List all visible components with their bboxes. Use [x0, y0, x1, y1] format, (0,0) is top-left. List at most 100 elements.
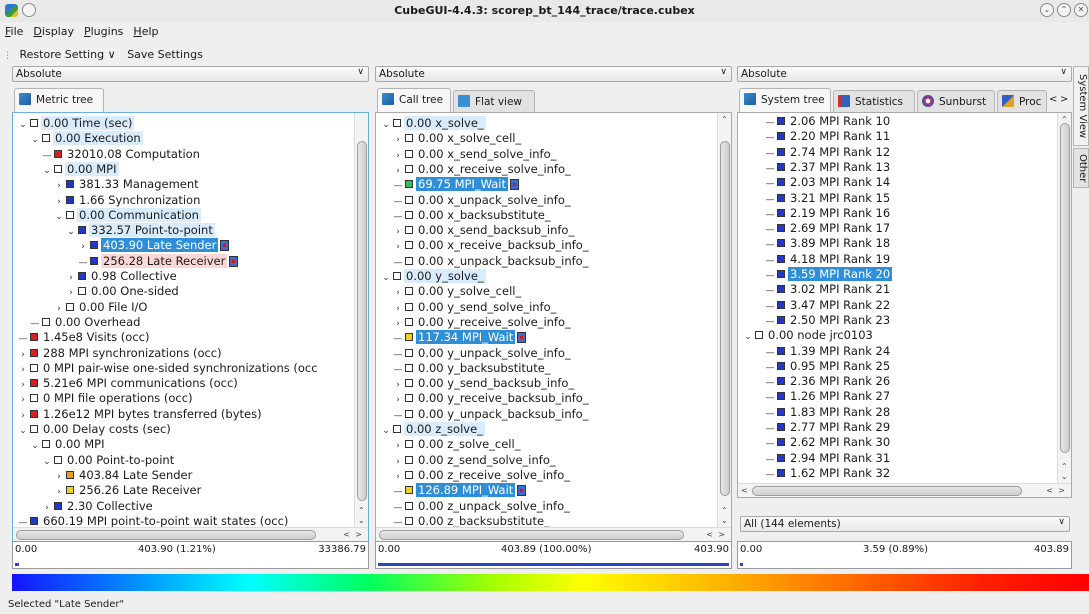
tree-row[interactable]: › 0.00 z_solve_cell_	[392, 437, 522, 452]
tree-row[interactable]: › 256.26 Late Receiver	[53, 483, 203, 498]
scroll-right-icon[interactable]: >	[718, 530, 725, 539]
tree-row[interactable]: ⌄ 0.00 y_solve_	[380, 269, 486, 284]
tree-row[interactable]: —117.34 MPI_Wait	[392, 330, 527, 345]
tab-statistics[interactable]: Statistics	[833, 90, 915, 112]
tab-system-view[interactable]: System View	[1073, 66, 1089, 146]
scrollbar-thumb[interactable]	[1060, 123, 1070, 453]
tree-row[interactable]: —256.28 Late Receiver	[77, 253, 239, 269]
tree-row[interactable]: —1.83 MPI Rank 28	[764, 405, 892, 420]
tree-row[interactable]: —2.19 MPI Rank 16	[764, 206, 892, 221]
tree-row[interactable]: ⌄ 0.00 Time (sec)	[17, 116, 135, 133]
tree-row[interactable]: › 381.33 Management	[53, 177, 201, 192]
tree-row[interactable]: ⌄ 0.00 Delay costs (sec)	[17, 422, 173, 437]
tree-row[interactable]: —2.36 MPI Rank 26	[764, 374, 892, 389]
menu-plugins[interactable]: Plugins	[79, 22, 128, 38]
tree-row[interactable]: › 0.00 File I/O	[53, 300, 149, 315]
tree-row[interactable]: › 0.00 z_send_solve_info_	[392, 453, 558, 468]
tree-row[interactable]: › 0.00 y_solve_cell_	[392, 284, 523, 299]
menu-help[interactable]: Help	[128, 22, 163, 38]
collapse-icon[interactable]: ⌄	[380, 424, 392, 439]
scroll-left-icon[interactable]: <	[343, 530, 350, 539]
scrollbar-thumb[interactable]	[379, 530, 684, 540]
tree-row[interactable]: —4.18 MPI Rank 19	[764, 252, 892, 267]
tree-row[interactable]: —0.95 MPI Rank 25	[764, 359, 892, 374]
tree-row[interactable]: ⌄ 0.00 z_solve_	[380, 422, 485, 437]
tree-row[interactable]: › 0.00 x_receive_solve_info_	[392, 162, 573, 177]
tree-row[interactable]: ⌄ 0.00 x_solve_	[380, 116, 486, 131]
tree-row[interactable]: › 0.00 x_send_solve_info_	[392, 147, 558, 162]
tree-row[interactable]: › 0 MPI file operations (occ)	[17, 391, 195, 406]
tree-row[interactable]: —1.62 MPI Rank 32	[764, 466, 892, 481]
collapse-icon[interactable]: ⌄	[17, 118, 29, 133]
scroll-up-icon[interactable]: ⌃	[721, 115, 728, 124]
vertical-scrollbar[interactable]: ⌃ ⌃ ⌄	[1057, 113, 1071, 483]
tree-row[interactable]: —0.00 x_unpack_solve_info_	[392, 193, 573, 208]
tree-row[interactable]: —0.00 Overhead	[29, 315, 142, 330]
collapse-icon[interactable]: ⌄	[742, 330, 754, 345]
tab-scroll-left-button[interactable]: <	[1049, 94, 1057, 105]
collapse-icon[interactable]: ⌄	[41, 455, 53, 470]
tree-row[interactable]: —3.89 MPI Rank 18	[764, 236, 892, 251]
tree-row[interactable]: —2.50 MPI Rank 23	[764, 313, 892, 328]
tree-row[interactable]: —0.00 y_unpack_backsub_info_	[392, 407, 590, 422]
scroll-up-icon[interactable]: ⌃	[1061, 462, 1068, 471]
tree-row[interactable]: — 0.00 z_backsubstitute_	[392, 514, 552, 527]
tree-row[interactable]: › 5.21e6 MPI communications (occ)	[17, 376, 240, 391]
tree-row[interactable]: —32010.08 Computation	[41, 147, 202, 162]
tree-row[interactable]: › 2.30 Collective	[41, 499, 155, 514]
horizontal-scrollbar[interactable]: < >	[376, 527, 731, 541]
tab-call-tree[interactable]: Call tree	[377, 88, 451, 112]
scrollbar-thumb[interactable]	[752, 486, 1022, 496]
tree-row[interactable]: ⌄ 0.00 MPI	[41, 161, 119, 179]
collapse-icon[interactable]: ⌄	[17, 424, 29, 439]
tree-row[interactable]: —2.37 MPI Rank 13	[764, 160, 892, 175]
tree-row[interactable]: › 0 MPI pair-wise one-sided synchronizati…	[17, 361, 320, 376]
tab-sunburst[interactable]: Sunburst	[917, 90, 995, 112]
tree-row[interactable]: —69.75 MPI_Wait	[392, 177, 519, 192]
tree-row[interactable]: —3.47 MPI Rank 22	[764, 298, 892, 313]
tree-row[interactable]: —1.26 MPI Rank 27	[764, 389, 892, 404]
tab-other[interactable]: Other	[1073, 148, 1089, 188]
collapse-icon[interactable]: ⌄	[380, 271, 392, 286]
tree-row[interactable]: —2.69 MPI Rank 17	[764, 221, 892, 236]
tree-row[interactable]: ⌄ 0.00 Execution	[29, 131, 143, 146]
tree-row[interactable]: —1.39 MPI Rank 24	[764, 344, 892, 359]
tree-row[interactable]: ⌄ 332.57 Point-to-point	[65, 223, 215, 238]
scroll-down-icon[interactable]: ⌄	[721, 516, 728, 525]
scroll-up-icon[interactable]: ⌃	[721, 506, 728, 515]
tree-row[interactable]: — 660.19 MPI point-to-point wait states (…	[17, 514, 290, 527]
call-value-mode-select[interactable]: Absolute ∨	[375, 66, 732, 82]
tab-process[interactable]: Proc	[997, 90, 1047, 112]
tree-row[interactable]: —2.94 MPI Rank 31	[764, 451, 892, 466]
scroll-right-icon[interactable]: >	[1058, 486, 1065, 495]
vertical-scrollbar[interactable]: ⌃ ⌄	[354, 113, 368, 527]
collapse-icon[interactable]: ⌄	[65, 225, 77, 240]
scroll-right-icon[interactable]: >	[355, 530, 362, 539]
tree-row[interactable]: —3.21 MPI Rank 15	[764, 191, 892, 206]
tree-row[interactable]: —3.59 MPI Rank 20	[764, 267, 893, 282]
tree-row[interactable]: › 0.00 z_receive_solve_info_	[392, 468, 572, 483]
tree-row[interactable]: › 0.00 y_send_backsub_info_	[392, 376, 576, 391]
metric-value-mode-select[interactable]: Absolute ∨	[12, 66, 369, 82]
tree-row[interactable]: › 288 MPI synchronizations (occ)	[17, 346, 224, 361]
scroll-up-icon[interactable]: ⌃	[1061, 115, 1068, 124]
tree-row[interactable]: —0.00 y_backsubstitute_	[392, 361, 553, 376]
tree-row[interactable]: › 1.66 Synchronization	[53, 193, 202, 208]
tree-row[interactable]: —126.89 MPI_Wait	[392, 483, 527, 498]
scroll-down-icon[interactable]: ⌄	[358, 516, 365, 525]
horizontal-scrollbar[interactable]: < >	[13, 527, 368, 541]
tree-row[interactable]: —2.03 MPI Rank 14	[764, 175, 892, 190]
tree-row[interactable]: ⌄ 0.00 Point-to-point	[41, 453, 176, 468]
tree-row[interactable]: › 0.00 y_receive_solve_info_	[392, 315, 573, 330]
collapse-icon[interactable]: ⌄	[41, 164, 53, 179]
menu-display[interactable]: Display	[28, 22, 79, 38]
tree-row[interactable]: —0.00 x_unpack_backsub_info_	[392, 254, 590, 269]
tree-row[interactable]: › 403.90 Late Sender	[77, 238, 230, 253]
scrollbar-thumb[interactable]	[16, 530, 316, 540]
system-value-mode-select[interactable]: Absolute ∨	[737, 66, 1072, 82]
tree-row[interactable]: ⌄ 0.00 MPI	[29, 437, 107, 452]
tree-row[interactable]: ⌄ 0.00 Communication	[53, 207, 201, 223]
collapse-icon[interactable]: ⌄	[29, 133, 41, 148]
tab-flat-view[interactable]: Flat view	[453, 90, 535, 112]
tree-row[interactable]: › 0.98 Collective	[65, 269, 179, 284]
